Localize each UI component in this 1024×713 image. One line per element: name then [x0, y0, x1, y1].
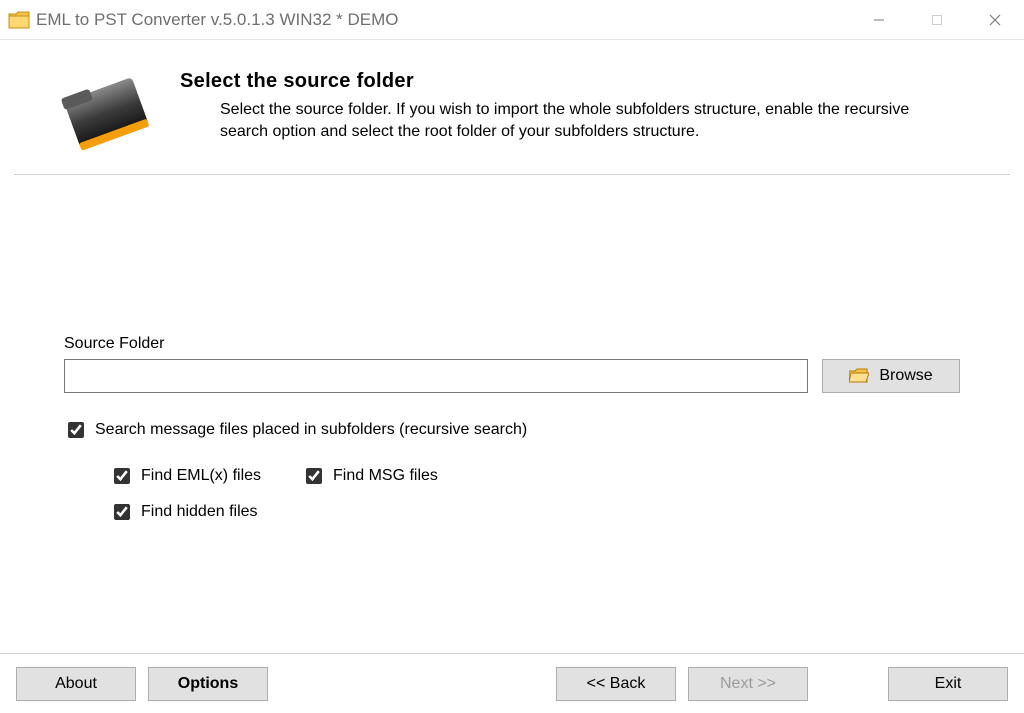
- find-msg-label: Find MSG files: [333, 467, 438, 485]
- next-button[interactable]: Next >>: [688, 667, 808, 701]
- back-button[interactable]: << Back: [556, 667, 676, 701]
- recursive-search-checkbox[interactable]: Search message files placed in subfolder…: [64, 419, 527, 441]
- find-emlx-checkbox[interactable]: Find EML(x) files: [110, 465, 270, 487]
- app-folder-icon: [8, 10, 30, 30]
- browse-button-label: Browse: [879, 367, 932, 385]
- browse-button[interactable]: Browse: [822, 359, 960, 393]
- find-hidden-checkbox[interactable]: Find hidden files: [110, 501, 270, 523]
- wizard-description: Select the source folder. If you wish to…: [180, 99, 960, 144]
- close-button[interactable]: [966, 0, 1024, 40]
- about-button[interactable]: About: [16, 667, 136, 701]
- options-button[interactable]: Options: [148, 667, 268, 701]
- window-title: EML to PST Converter v.5.0.1.3 WIN32 * D…: [36, 10, 850, 30]
- wizard-body: Source Folder Browse Search message file…: [0, 335, 1024, 523]
- open-folder-icon: [849, 368, 869, 384]
- exit-button[interactable]: Exit: [888, 667, 1008, 701]
- minimize-button[interactable]: [850, 0, 908, 40]
- wizard-footer: About Options << Back Next >> Exit: [0, 653, 1024, 713]
- wizard-header: Select the source folder Select the sour…: [14, 40, 1010, 175]
- title-bar: EML to PST Converter v.5.0.1.3 WIN32 * D…: [0, 0, 1024, 40]
- wizard-folder-art-icon: [52, 70, 162, 156]
- maximize-button[interactable]: [908, 0, 966, 40]
- wizard-heading: Select the source folder: [180, 70, 966, 93]
- find-msg-checkbox[interactable]: Find MSG files: [302, 465, 462, 487]
- find-hidden-label: Find hidden files: [141, 503, 258, 521]
- source-folder-input[interactable]: [64, 359, 808, 393]
- source-folder-label: Source Folder: [64, 335, 960, 353]
- window-controls: [850, 0, 1024, 40]
- find-emlx-label: Find EML(x) files: [141, 467, 261, 485]
- recursive-search-label: Search message files placed in subfolder…: [95, 421, 527, 439]
